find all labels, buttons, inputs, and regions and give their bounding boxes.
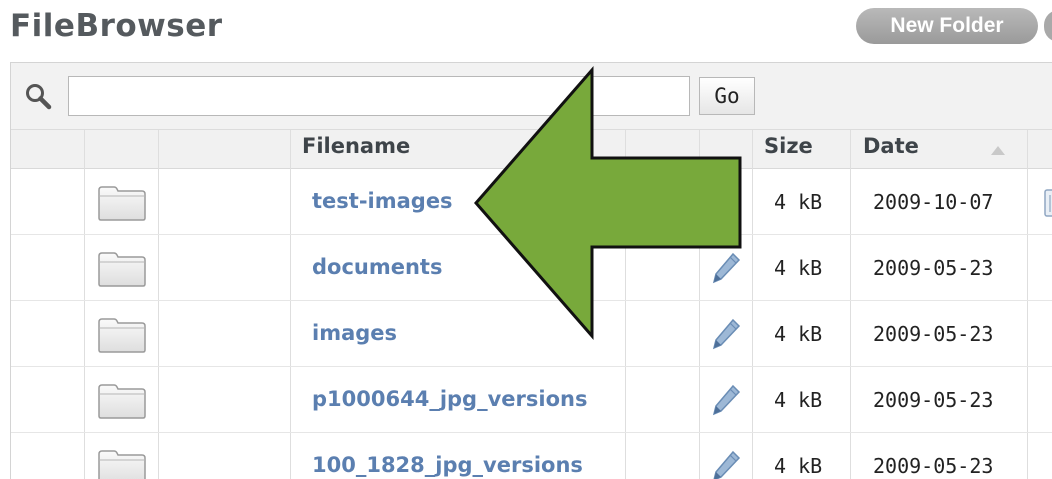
table-row[interactable]: 100_1828_jpg_versions 4 kB 2009-05-23 (11, 433, 1052, 479)
folder-icon[interactable] (96, 448, 148, 479)
column-header-size[interactable]: Size (764, 134, 813, 158)
file-date: 2009-10-07 (873, 190, 994, 214)
file-size: 4 kB (774, 388, 823, 412)
file-date: 2009-05-23 (873, 322, 994, 346)
column-header-date[interactable]: Date (863, 134, 919, 158)
file-size: 4 kB (774, 190, 823, 214)
folder-icon[interactable] (96, 250, 148, 288)
pencil-icon[interactable] (711, 450, 741, 479)
upload-button[interactable] (1044, 10, 1052, 42)
sort-ascending-icon[interactable] (990, 145, 1006, 157)
table-row[interactable]: p1000644_jpg_versions 4 kB 2009-05-23 (11, 367, 1052, 433)
page-title: FileBrowser (10, 8, 223, 44)
trash-icon[interactable] (1042, 186, 1052, 218)
folder-icon[interactable] (96, 184, 148, 222)
file-browser-window: FileBrowser New Folder Go Filename Size … (0, 0, 1052, 479)
file-name-link[interactable]: test-images (312, 189, 453, 213)
new-folder-button[interactable]: New Folder (856, 8, 1038, 44)
column-header-filename[interactable]: Filename (302, 134, 410, 158)
go-button[interactable]: Go (699, 77, 755, 115)
search-icon (26, 84, 52, 110)
file-date: 2009-05-23 (873, 388, 994, 412)
file-date: 2009-05-23 (873, 454, 994, 478)
pencil-icon[interactable] (711, 384, 741, 416)
search-input[interactable] (68, 76, 690, 116)
pencil-icon[interactable] (711, 252, 741, 284)
file-name-link[interactable]: p1000644_jpg_versions (312, 387, 587, 411)
file-date: 2009-05-23 (873, 256, 994, 280)
folder-icon[interactable] (96, 382, 148, 420)
file-name-link[interactable]: documents (312, 255, 442, 279)
table-row[interactable]: documents 4 kB 2009-05-23 (11, 235, 1052, 301)
file-name-link[interactable]: 100_1828_jpg_versions (312, 453, 583, 477)
file-size: 4 kB (774, 256, 823, 280)
file-size: 4 kB (774, 454, 823, 478)
file-size: 4 kB (774, 322, 823, 346)
pencil-icon[interactable] (711, 318, 741, 350)
table-row[interactable]: test-images 4 kB 2009-10-07 (11, 169, 1052, 235)
file-name-link[interactable]: images (312, 321, 397, 345)
table-row[interactable]: images 4 kB 2009-05-23 (11, 301, 1052, 367)
folder-icon[interactable] (96, 316, 148, 354)
